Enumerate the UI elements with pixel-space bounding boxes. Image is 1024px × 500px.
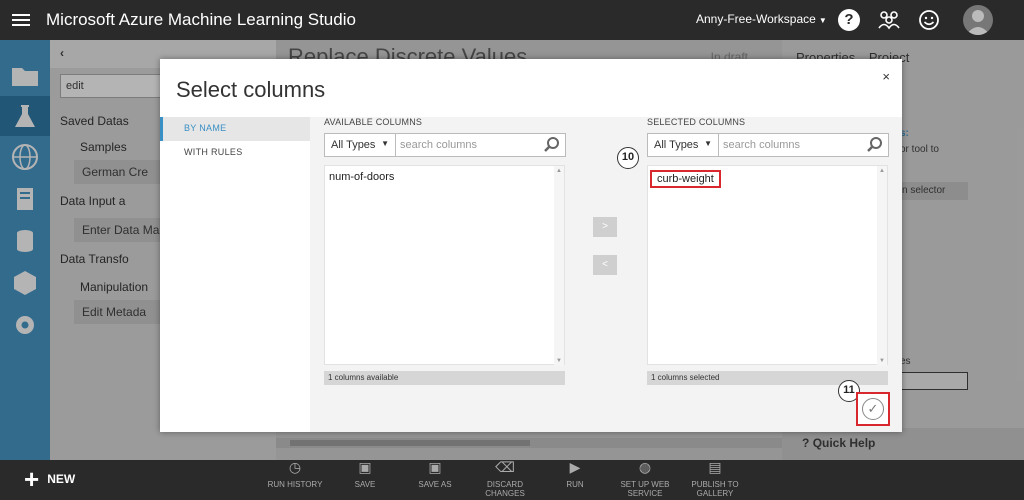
help-icon[interactable]: ? [838, 9, 860, 31]
select-columns-dialog: Select columns × BY NAME WITH RULES AVAI… [160, 59, 902, 432]
available-count: 1 columns available [324, 371, 565, 385]
set-up-web-service-button[interactable]: ◍ SET UP WEB SERVICE [610, 459, 680, 498]
new-button[interactable]: + NEW [24, 464, 76, 494]
close-icon[interactable]: × [882, 69, 890, 84]
globe-icon: ◍ [638, 459, 652, 475]
run-label: RUN [566, 480, 584, 489]
dialog-nav: BY NAME WITH RULES [160, 117, 310, 432]
save-as-icon: ▣ [428, 459, 442, 475]
checkmark-icon[interactable]: ✓ [862, 398, 884, 420]
bottom-command-bar: + NEW ◷ RUN HISTORY ▣ SAVE ▣ SAVE AS ⌫ DISCA… [0, 460, 1024, 500]
plus-icon: + [24, 464, 40, 494]
discard-changes-label: DISCARD CHANGES [485, 480, 525, 498]
workspace-selector[interactable]: Anny-Free-Workspace ▼ [696, 12, 827, 26]
selected-search-input[interactable]: search columns [719, 133, 889, 157]
save-button[interactable]: ▣ SAVE [330, 459, 400, 489]
workspace-name: Anny-Free-Workspace [696, 12, 816, 26]
chevron-down-icon: ▼ [381, 139, 389, 148]
selected-type-filter[interactable]: All Types ▼ [647, 133, 719, 157]
new-button-label: NEW [47, 472, 76, 486]
move-right-button[interactable]: > [593, 217, 617, 237]
available-type-filter[interactable]: All Types ▼ [324, 133, 396, 157]
move-left-button[interactable]: < [593, 255, 617, 275]
history-icon: ◷ [288, 459, 302, 475]
available-columns-list[interactable]: num-of-doors ▲ ▼ [324, 165, 565, 366]
run-history-button[interactable]: ◷ RUN HISTORY [260, 459, 330, 489]
scroll-up-icon[interactable]: ▲ [556, 168, 562, 174]
tab-by-name[interactable]: BY NAME [160, 117, 310, 141]
available-search-input[interactable]: search columns [396, 133, 566, 157]
avatar[interactable] [963, 5, 993, 35]
step-badge-10: 10 [617, 147, 639, 169]
available-columns-heading: AVAILABLE COLUMNS [324, 117, 423, 127]
selected-list-scrollbar[interactable]: ▲ ▼ [877, 166, 887, 366]
publish-to-gallery-button[interactable]: ▤ PUBLISH TO GALLERY [680, 459, 750, 498]
available-search-placeholder: search columns [400, 139, 478, 151]
save-label: SAVE [354, 480, 376, 489]
save-as-label: SAVE AS [418, 480, 452, 489]
save-icon: ▣ [358, 459, 372, 475]
dialog-title: Select columns [176, 77, 326, 102]
scroll-down-icon[interactable]: ▼ [879, 358, 885, 364]
selected-columns-heading: SELECTED COLUMNS [647, 117, 746, 127]
scroll-up-icon[interactable]: ▲ [879, 168, 885, 174]
dialog-body: AVAILABLE COLUMNS All Types ▼ search colu… [310, 117, 902, 432]
selected-search-placeholder: search columns [723, 139, 801, 151]
discard-changes-button[interactable]: ⌫ DISCARD CHANGES [470, 459, 540, 498]
list-item[interactable]: num-of-doors [327, 170, 396, 184]
selected-columns-list[interactable]: curb-weight ▲ ▼ [647, 165, 888, 366]
community-icon[interactable] [878, 9, 900, 31]
run-history-label: RUN HISTORY [267, 480, 323, 489]
search-icon[interactable] [543, 136, 561, 154]
hamburger-menu-icon[interactable] [12, 11, 30, 29]
top-bar: Microsoft Azure Machine Learning Studio … [0, 0, 1024, 40]
publish-to-gallery-label: PUBLISH TO GALLERY [691, 480, 739, 498]
chevron-down-icon: ▼ [818, 16, 827, 25]
scroll-down-icon[interactable]: ▼ [556, 358, 562, 364]
app-title: Microsoft Azure Machine Learning Studio [46, 10, 356, 29]
chevron-down-icon: ▼ [704, 139, 712, 148]
run-button[interactable]: ▶ RUN [540, 459, 610, 489]
available-type-filter-value: All Types [331, 139, 376, 151]
list-item[interactable]: curb-weight [650, 170, 721, 188]
play-icon: ▶ [569, 459, 581, 475]
gallery-icon: ▤ [708, 459, 722, 475]
selected-type-filter-value: All Types [654, 139, 699, 151]
save-as-button[interactable]: ▣ SAVE AS [400, 459, 470, 489]
ok-highlight: ✓ [856, 392, 890, 426]
search-icon[interactable] [866, 136, 884, 154]
trash-icon: ⌫ [495, 459, 515, 475]
set-up-web-service-label: SET UP WEB SERVICE [620, 480, 670, 498]
feedback-smiley-icon[interactable] [918, 9, 940, 31]
available-list-scrollbar[interactable]: ▲ ▼ [554, 166, 564, 366]
tab-with-rules[interactable]: WITH RULES [160, 141, 310, 165]
